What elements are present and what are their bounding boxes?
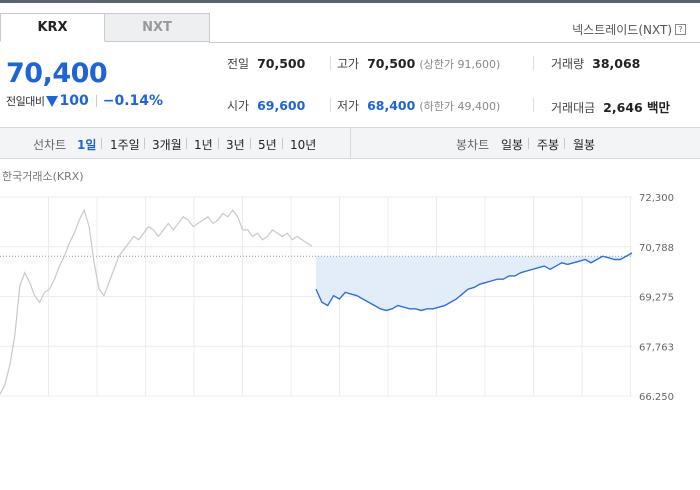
stat-value: 2,646 백만 xyxy=(603,100,671,115)
price-chart[interactable]: 72,300 70,788 69,275 67,763 66,250 xyxy=(0,180,700,400)
chart-toolbar: 선차트 1일 1주일 3개월 1년 3년 5년 10년 봉차트 일봉 주봉 월봉 xyxy=(0,127,700,159)
divider xyxy=(330,98,331,112)
candle-weekly[interactable]: 주봉 xyxy=(537,136,559,153)
change-amount: 100 xyxy=(59,93,89,109)
stat-label: 거래량 xyxy=(551,57,585,71)
stat-label: 저가 xyxy=(337,99,360,113)
stat-value: 70,500 xyxy=(367,56,416,71)
chart-grid xyxy=(0,196,632,397)
market-tabs: KRX NXT xyxy=(0,13,210,43)
stat-high: 고가 70,500 (상한가 91,600) xyxy=(337,55,500,72)
stat-label: 거래대금 xyxy=(551,101,596,115)
stat-label: 고가 xyxy=(337,57,360,71)
change-label: 전일대비 xyxy=(6,95,45,108)
price-change: 전일대비 100 −0.14% xyxy=(6,93,163,109)
divider xyxy=(330,56,331,70)
divider xyxy=(528,138,529,149)
divider xyxy=(186,138,187,149)
stat-prev-close: 전일 70,500 xyxy=(227,55,305,72)
stat-label: 전일 xyxy=(227,57,250,71)
stat-sub: (하한가 49,400) xyxy=(419,100,501,113)
today-area-fill xyxy=(316,252,632,311)
change-divider xyxy=(95,95,97,107)
stat-volume: 거래량 38,068 xyxy=(551,55,640,72)
period-1w[interactable]: 1주일 xyxy=(110,136,140,153)
divider xyxy=(282,138,283,149)
divider xyxy=(101,138,102,149)
divider xyxy=(533,56,534,70)
y-tick-label: 69,275 xyxy=(639,293,674,304)
y-axis-ticks: 72,300 70,788 69,275 67,763 66,250 xyxy=(639,193,674,400)
divider xyxy=(564,138,565,149)
period-10y[interactable]: 10년 xyxy=(290,136,316,153)
divider xyxy=(218,138,219,149)
stat-label: 시가 xyxy=(227,99,250,113)
divider xyxy=(533,98,534,112)
stat-value: 38,068 xyxy=(592,56,641,71)
top-border xyxy=(0,0,700,3)
stat-low: 저가 68,400 (하한가 49,400) xyxy=(337,97,500,114)
stat-value: 68,400 xyxy=(367,98,416,113)
stat-value: 70,500 xyxy=(257,56,306,71)
period-5y[interactable]: 5년 xyxy=(258,136,277,153)
price-stats: 전일 70,500 고가 70,500 (상한가 91,600) 거래량 38,… xyxy=(210,40,700,128)
stat-trade-amount: 거래대금 2,646 백만 xyxy=(551,97,670,116)
down-arrow-icon xyxy=(46,95,59,107)
y-tick-label: 72,300 xyxy=(639,193,674,204)
y-tick-label: 70,788 xyxy=(639,243,674,254)
y-tick-label: 66,250 xyxy=(639,392,674,400)
tab-krx[interactable]: KRX xyxy=(0,13,105,42)
period-1d[interactable]: 1일 xyxy=(77,136,96,153)
toolbar-divider xyxy=(350,128,351,158)
candle-monthly[interactable]: 월봉 xyxy=(573,136,595,153)
help-icon[interactable]: ? xyxy=(675,24,686,35)
candle-chart-heading: 봉차트 xyxy=(456,138,490,152)
divider xyxy=(250,138,251,149)
change-rate: −0.14% xyxy=(102,93,164,109)
nextrade-link[interactable]: 넥스트레이드(NXT) ? xyxy=(572,21,686,38)
stat-sub: (상한가 91,600) xyxy=(419,58,501,71)
candle-daily[interactable]: 일봉 xyxy=(501,136,523,153)
tab-nxt[interactable]: NXT xyxy=(105,13,210,42)
series-prev-day-line xyxy=(0,208,313,395)
period-1y[interactable]: 1년 xyxy=(194,136,213,153)
period-3y[interactable]: 3년 xyxy=(226,136,245,153)
stat-open: 시가 69,600 xyxy=(227,97,305,114)
current-price: 70,400 xyxy=(6,58,108,89)
y-tick-label: 67,763 xyxy=(639,342,674,353)
line-chart-heading: 선차트 xyxy=(33,138,67,152)
period-3m[interactable]: 3개월 xyxy=(152,136,182,153)
divider xyxy=(144,138,145,149)
nextrade-link-label: 넥스트레이드(NXT) xyxy=(572,23,672,37)
stat-value: 69,600 xyxy=(257,98,306,113)
